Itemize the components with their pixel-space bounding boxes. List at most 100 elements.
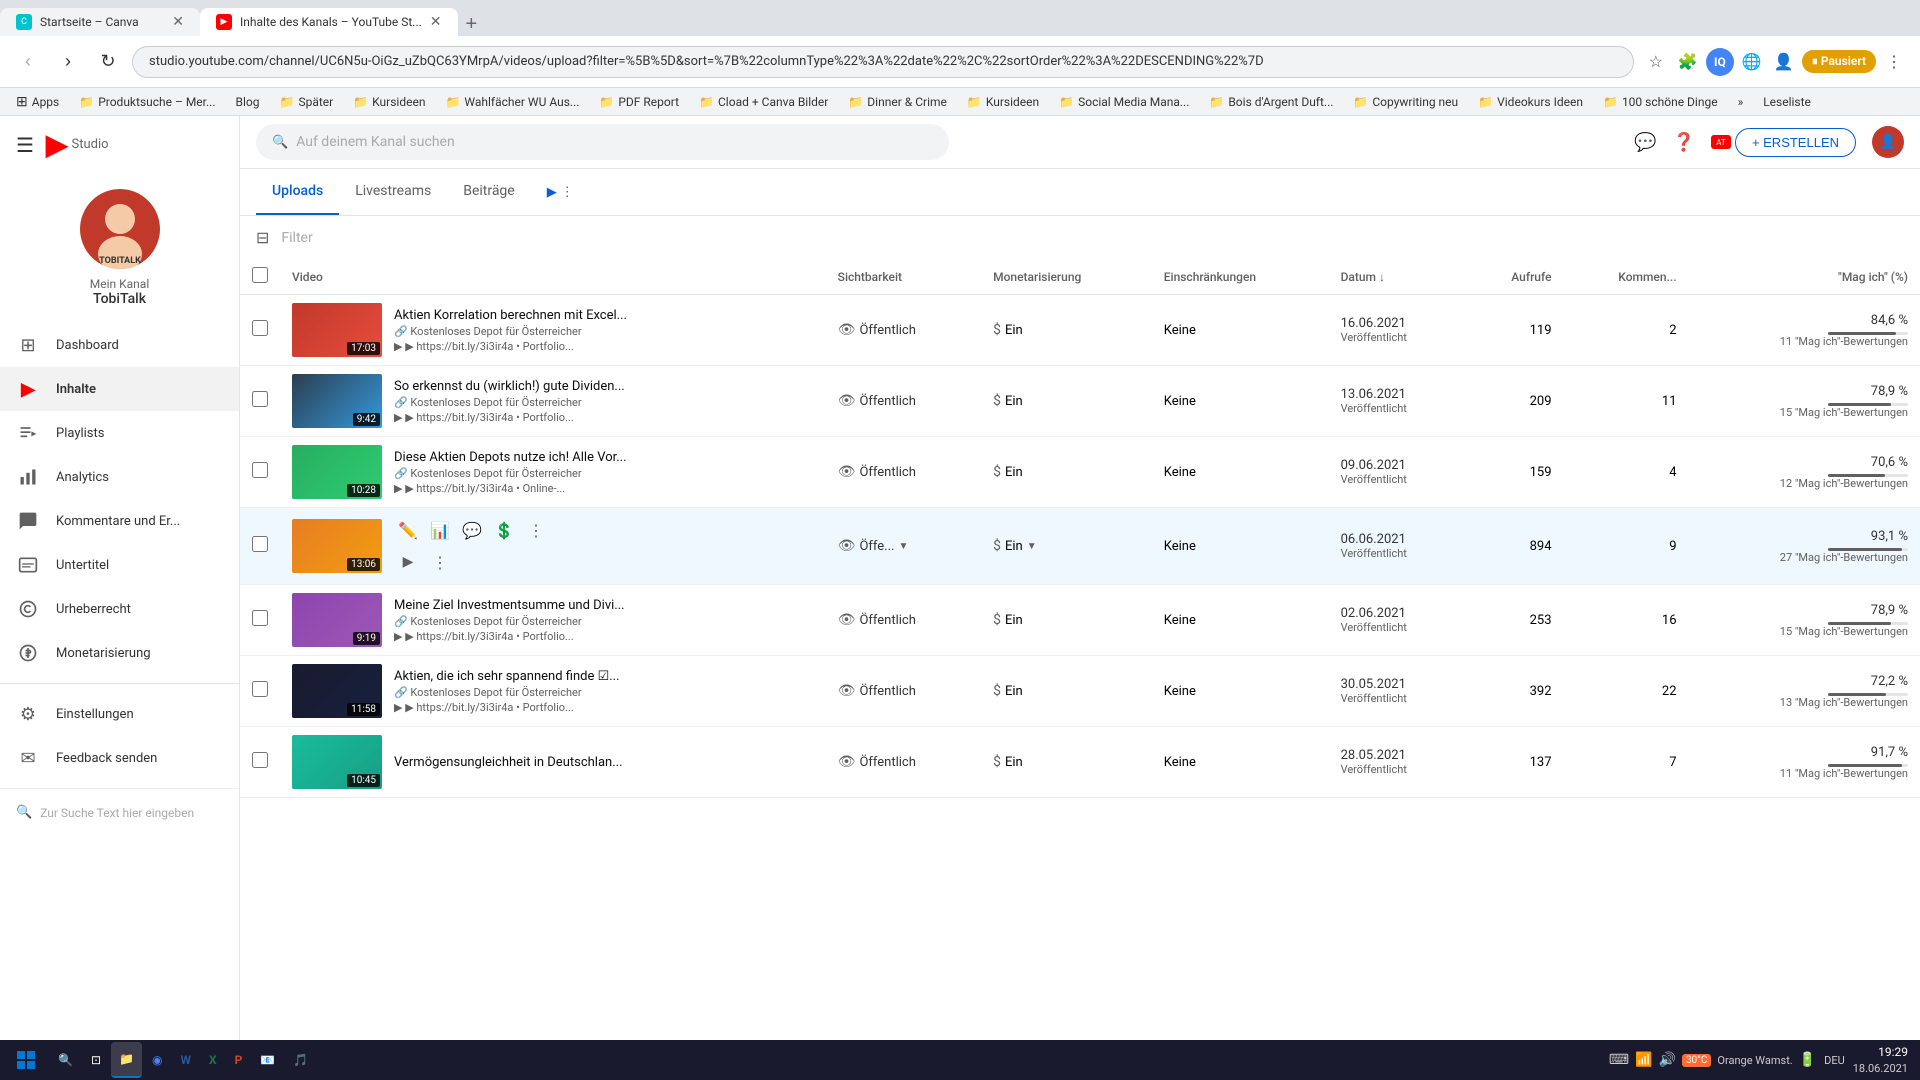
sidebar-item-kommentare[interactable]: Kommentare und Er... [0,499,239,543]
bookmark-blog[interactable]: Blog [228,93,268,111]
sidebar-item-dashboard[interactable]: ⊞ Dashboard [0,323,239,367]
sidebar-item-monetarisierung[interactable]: Monetarisierung [0,631,239,675]
bookmark-bilder[interactable]: 📁100 schöne Dinge [1595,93,1726,111]
video-thumbnail[interactable]: 11:58 [292,664,382,718]
bookmark-more[interactable]: » [1730,93,1752,111]
bookmark-produktsuche[interactable]: 📁Produktsuche – Mer... [71,93,223,111]
more-tab-options[interactable]: ⋮ [561,185,574,200]
address-bar[interactable]: studio.youtube.com/channel/UC6N5u-OiGz_u… [132,46,1634,78]
bookmark-cload[interactable]: 📁Cload + Canva Bilder [691,93,836,111]
tab-canva-label: Startseite – Canva [40,15,139,29]
bookmark-leseliste[interactable]: Leseliste [1755,93,1819,111]
row-checkbox[interactable] [252,320,268,336]
bookmark-bois[interactable]: 📁Bois d'Argent Duft... [1201,93,1341,111]
analytics-btn[interactable]: 📊 [426,516,454,544]
pause-button[interactable]: ⏸ Pausiert [1802,50,1876,73]
tab-youtube-close[interactable]: ✕ [430,14,442,30]
video-thumbnail[interactable]: 9:19 [292,593,382,647]
taskbar-excel[interactable]: X [201,1042,225,1078]
header-datum[interactable]: Datum ↓ [1329,259,1466,295]
tab-canva[interactable]: C Startseite – Canva ✕ [0,8,200,36]
sidebar-item-untertitel[interactable]: Untertitel [0,543,239,587]
messages-icon[interactable]: 💬 [1634,132,1656,153]
bookmark-wahlfaecher[interactable]: 📁Wahlfächer WU Aus... [437,93,587,111]
channel-search[interactable]: 🔍 Auf deinem Kanal suchen [256,124,949,160]
translate-icon[interactable]: 🌐 [1738,48,1766,76]
monetize-btn[interactable]: 💲 [490,516,518,544]
tray-volume-icon[interactable]: 🔊 [1659,1052,1676,1068]
video-info: So erkennst du (wirklich!) gute Dividen.… [394,379,672,424]
bookmark-kursideen1[interactable]: 📁Kursideen [345,93,433,111]
taskbar-chrome[interactable]: ◉ [144,1042,170,1078]
play-btn[interactable]: ▶ [394,548,422,576]
sidebar-item-einstellungen[interactable]: ⚙ Einstellungen [0,692,239,736]
select-all-checkbox[interactable] [252,267,268,283]
taskbar-app6[interactable]: 🎵 [285,1042,316,1078]
taskbar-search[interactable]: 🔍 [50,1042,81,1078]
sidebar-label-feedback: Feedback senden [56,751,157,766]
hamburger-menu[interactable]: ☰ [16,133,34,157]
bookmark-spaeter[interactable]: 📁Später [272,93,342,111]
date-sub: Veröffentlicht [1341,692,1454,705]
filter-placeholder-text[interactable]: Filter [281,230,312,246]
back-button[interactable]: ‹ [12,46,44,78]
tab-youtube[interactable]: ▶ Inhalte des Kanals – YouTube St... ✕ [200,8,458,36]
taskbar-task-view[interactable]: ⊡ [83,1042,109,1078]
iq-icon[interactable]: IQ [1706,48,1734,76]
sidebar-item-urheberrecht[interactable]: Urheberrecht [0,587,239,631]
tab-livestreams[interactable]: Livestreams [339,169,447,215]
forward-button[interactable]: › [52,46,84,78]
video-thumbnail[interactable]: 10:28 [292,445,382,499]
taskbar-powerpoint[interactable]: P [227,1042,251,1078]
user-avatar-top[interactable]: 👤 [1872,126,1904,158]
sidebar-item-feedback[interactable]: ✉ Feedback senden [0,736,239,780]
help-icon[interactable]: ❓ [1673,132,1695,153]
tray-keyboard-icon[interactable]: ⌨ [1609,1052,1629,1068]
bookmark-copywriting[interactable]: 📁Copywriting neu [1345,93,1466,111]
comments-btn[interactable]: 💬 [458,516,486,544]
row-checkbox[interactable] [252,462,268,478]
tab-filter-icon[interactable]: ▶ ⋮ [539,177,582,208]
row-checkbox[interactable] [252,536,268,552]
video-thumbnail[interactable]: 9:42 [292,374,382,428]
bookmark-videokurs[interactable]: 📁Videokurs Ideen [1470,93,1591,111]
bookmark-pdfreport[interactable]: 📁PDF Report [591,93,687,111]
video-desc1: 🔗 Kostenloses Depot für Österreicher [394,615,672,628]
taskbar-explorer[interactable]: 📁 [111,1042,142,1078]
extensions-icon[interactable]: 🧩 [1674,48,1702,76]
more-btn[interactable]: ⋮ [522,516,550,544]
avatar[interactable]: TOBITALK [80,189,160,269]
row-checkbox[interactable] [252,391,268,407]
bookmark-kursideen2[interactable]: 📁Kursideen [959,93,1047,111]
video-thumbnail[interactable]: 10:45 [292,735,382,789]
tray-battery-icon[interactable]: 🔋 [1799,1052,1816,1068]
bookmark-socialmedia[interactable]: 📁Social Media Mana... [1051,93,1197,111]
visibility-dropdown[interactable]: ▼ [898,541,908,552]
mon-dropdown[interactable]: ▼ [1027,541,1037,552]
tab-uploads[interactable]: Uploads [256,169,339,215]
sidebar-item-playlists[interactable]: Playlists [0,411,239,455]
row-checkbox[interactable] [252,681,268,697]
bookmark-apps[interactable]: ⊞Apps [8,92,67,112]
row-checkbox[interactable] [252,610,268,626]
taskbar-word[interactable]: W [172,1042,199,1078]
tab-beitraege[interactable]: Beiträge [447,169,531,215]
reload-button[interactable]: ↻ [92,46,124,78]
tab-canva-close[interactable]: ✕ [172,14,184,30]
menu-dots-icon[interactable]: ⋮ [1880,48,1908,76]
sidebar-item-inhalte[interactable]: ▶ Inhalte [0,367,239,411]
start-button[interactable] [4,1042,48,1078]
video-thumbnail[interactable]: 13:06 [292,519,382,573]
sidebar-item-analytics[interactable]: Analytics [0,455,239,499]
video-thumbnail[interactable]: 17:03 [292,303,382,357]
erstellen-button[interactable]: + ERSTELLEN [1735,128,1856,157]
tray-network-icon[interactable]: 📶 [1635,1052,1652,1068]
profile-icon[interactable]: 👤 [1770,48,1798,76]
taskbar-app5[interactable]: 📧 [252,1042,283,1078]
row-more-btn2[interactable]: ⋮ [426,548,454,576]
edit-title-btn[interactable]: ✏️ [394,516,422,544]
bookmark-star-icon[interactable]: ☆ [1642,48,1670,76]
bookmark-dinner[interactable]: 📁Dinner & Crime [840,93,955,111]
new-tab-button[interactable]: + [458,13,486,36]
row-checkbox[interactable] [252,752,268,768]
